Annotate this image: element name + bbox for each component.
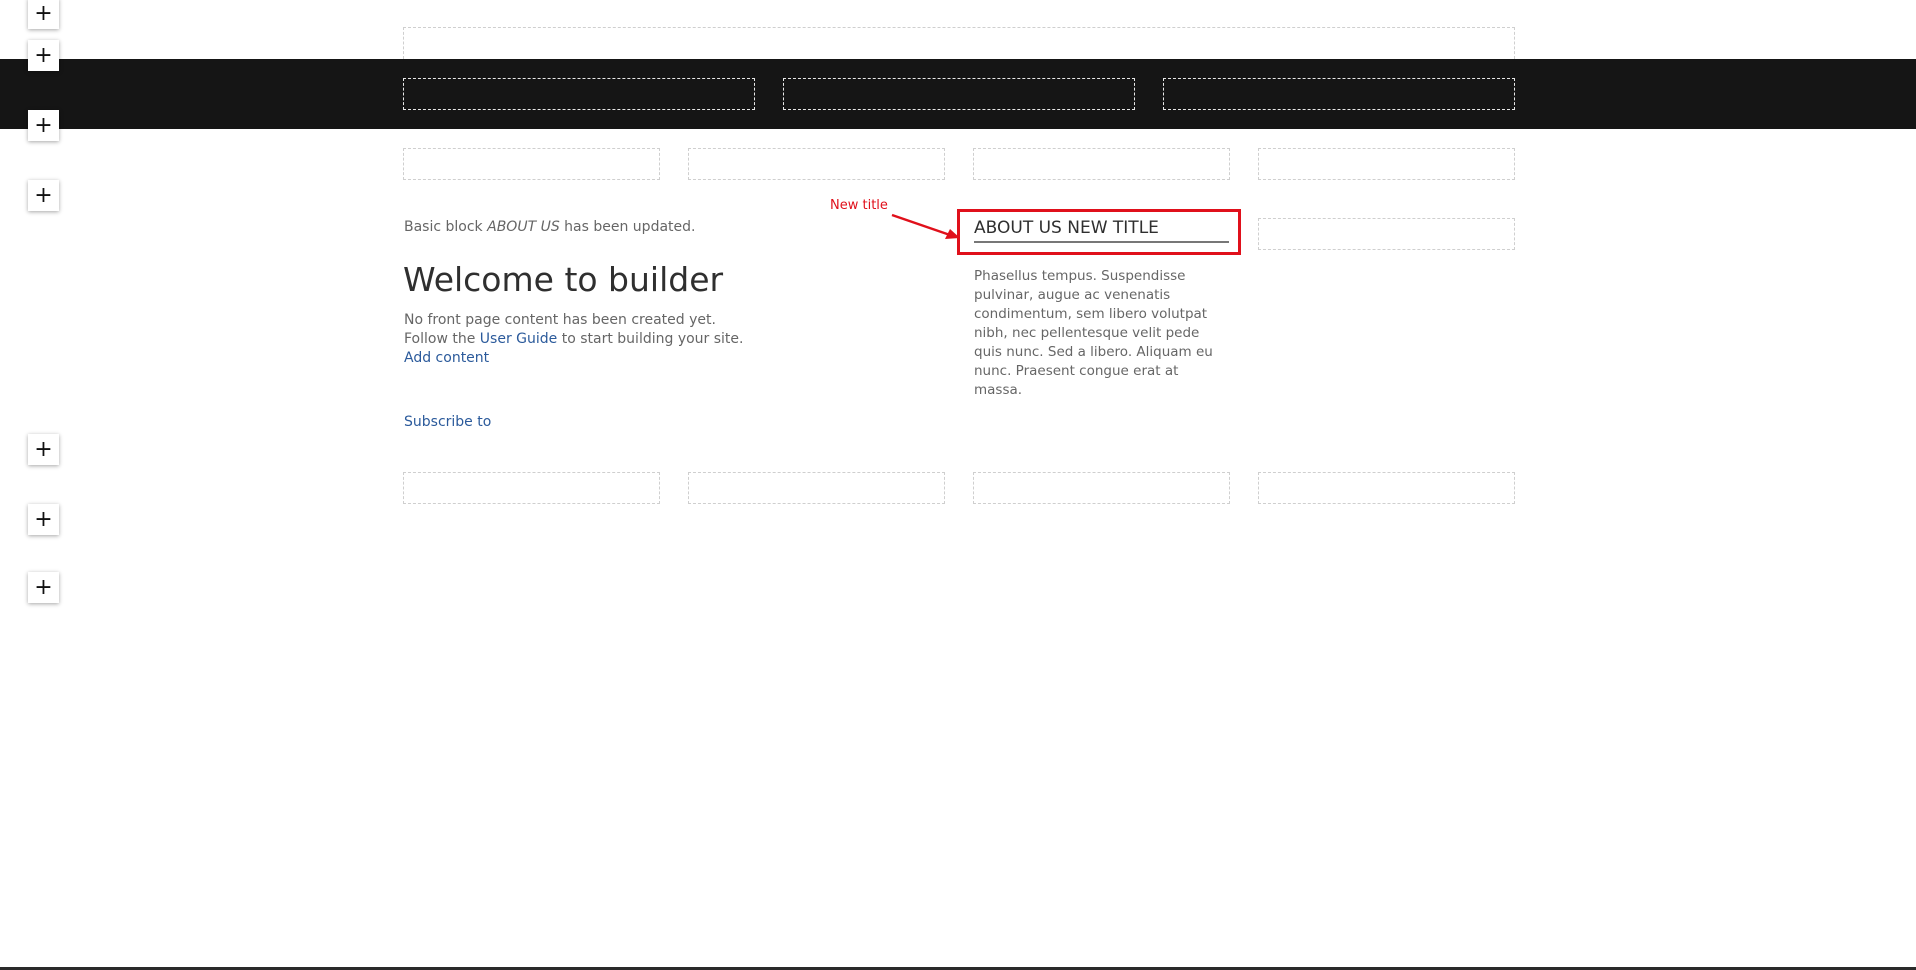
add-row-button-4[interactable]: + bbox=[28, 180, 59, 211]
plus-icon: + bbox=[34, 112, 53, 138]
front-page-line-2: Follow the User Guide to start building … bbox=[404, 330, 744, 349]
add-row-button-5[interactable]: + bbox=[28, 434, 59, 465]
user-guide-link[interactable]: User Guide bbox=[480, 331, 557, 347]
add-row-button-2[interactable]: + bbox=[28, 40, 59, 71]
status-message-suffix: has been updated. bbox=[564, 219, 696, 235]
region-slot-row2-col4[interactable] bbox=[1258, 472, 1515, 504]
annotation-arrow-icon bbox=[891, 213, 960, 239]
region-slot-row2-col3[interactable] bbox=[973, 472, 1230, 504]
page-title: Welcome to builder bbox=[403, 260, 724, 299]
add-row-button-3[interactable]: + bbox=[28, 110, 59, 141]
region-slot-header-1[interactable] bbox=[403, 78, 755, 110]
annotation-label: New title bbox=[830, 198, 888, 213]
region-slot-row1-col2[interactable] bbox=[688, 148, 945, 180]
add-row-button-1[interactable]: + bbox=[28, 0, 59, 29]
region-slot-row1-col3[interactable] bbox=[973, 148, 1230, 180]
region-slot-top[interactable] bbox=[403, 27, 1515, 59]
front-page-message: No front page content has been created y… bbox=[404, 311, 744, 368]
front-page-line-2-suffix: to start building your site. bbox=[561, 331, 744, 347]
highlight-box bbox=[957, 209, 1241, 255]
region-slot-row2-col1[interactable] bbox=[403, 472, 660, 504]
plus-icon: + bbox=[34, 0, 53, 26]
about-block-body: Phasellus tempus. Suspendisse pulvinar, … bbox=[974, 268, 1213, 398]
add-row-button-7[interactable]: + bbox=[28, 572, 59, 603]
plus-icon: + bbox=[34, 574, 53, 600]
region-slot-row1-col1[interactable] bbox=[403, 148, 660, 180]
status-message: Basic block ABOUT US has been updated. bbox=[404, 219, 695, 235]
region-slot-row1-col4[interactable] bbox=[1258, 148, 1515, 180]
region-slot-header-3[interactable] bbox=[1163, 78, 1515, 110]
front-page-line-1: No front page content has been created y… bbox=[404, 312, 716, 328]
plus-icon: + bbox=[34, 436, 53, 462]
plus-icon: + bbox=[34, 42, 53, 68]
add-row-button-6[interactable]: + bbox=[28, 504, 59, 535]
status-message-block-name: ABOUT US bbox=[487, 219, 560, 235]
status-message-prefix: Basic block bbox=[404, 219, 483, 235]
page-canvas: + + + + + + + Basic block ABOUT US has b… bbox=[0, 0, 1916, 970]
plus-icon: + bbox=[34, 182, 53, 208]
subscribe-link[interactable]: Subscribe to bbox=[404, 414, 491, 430]
add-content-link[interactable]: Add content bbox=[404, 350, 489, 366]
front-page-line-2-prefix: Follow the bbox=[404, 331, 476, 347]
region-slot-header-2[interactable] bbox=[783, 78, 1135, 110]
region-slot-sidebar[interactable] bbox=[1258, 218, 1515, 250]
plus-icon: + bbox=[34, 506, 53, 532]
region-slot-row2-col2[interactable] bbox=[688, 472, 945, 504]
